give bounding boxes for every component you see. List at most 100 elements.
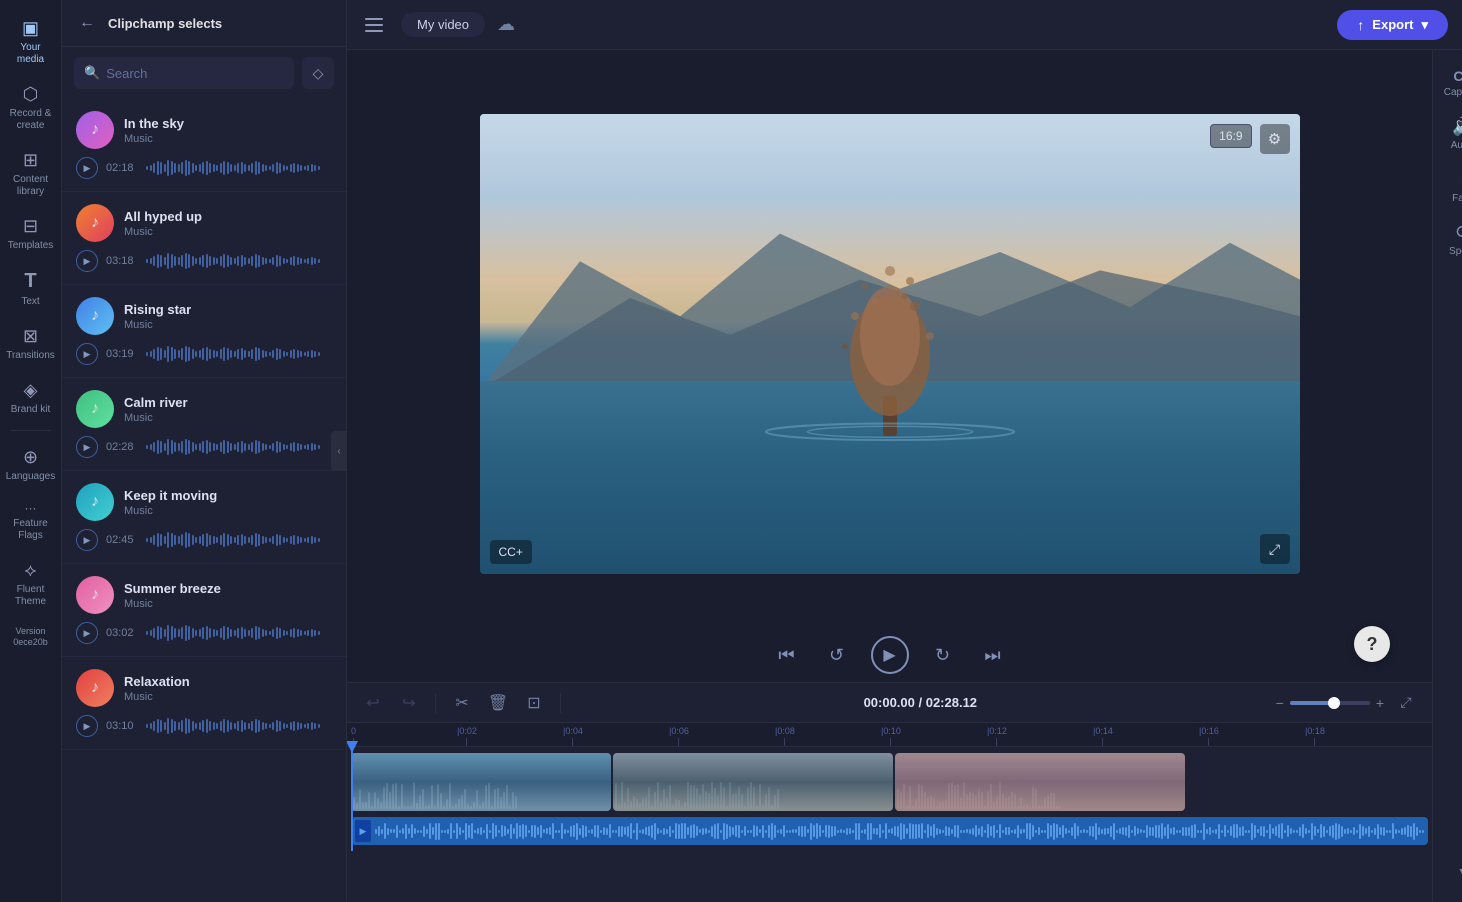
- back-button[interactable]: ←: [74, 10, 100, 36]
- playhead[interactable]: [351, 747, 353, 851]
- play-button-in-the-sky[interactable]: ▶: [76, 157, 98, 179]
- help-button[interactable]: ?: [1354, 626, 1390, 662]
- filter-button[interactable]: ◇: [302, 57, 334, 89]
- fullscreen-button[interactable]: ⤢: [1260, 534, 1290, 564]
- music-type: Music: [124, 505, 332, 517]
- list-item[interactable]: ♪ In the sky Music ▶ 02:18: [62, 99, 346, 192]
- zoom-in-button[interactable]: +: [1376, 695, 1384, 711]
- aspect-ratio-button[interactable]: 16:9: [1210, 124, 1251, 148]
- undo-button[interactable]: ↩: [359, 689, 387, 717]
- project-name-tab[interactable]: My video: [401, 12, 485, 37]
- play-button-all-hyped-up[interactable]: ▶: [76, 250, 98, 272]
- music-type: Music: [124, 412, 332, 424]
- sidebar-item-feature-flags[interactable]: ··· FeatureFlags: [2, 493, 60, 548]
- list-item[interactable]: ♪ Relaxation Music ▶ 03:10: [62, 657, 346, 750]
- captions-panel-icon: CC: [1453, 68, 1462, 84]
- video-area: 16:9 ⚙ ⤢ CC+: [347, 50, 1432, 628]
- music-panel: ← Clipchamp selects 🔍 ◇ ♪ In the sky Mus…: [62, 0, 347, 902]
- waveform-calm-river: [146, 437, 332, 457]
- sidebar-item-your-media[interactable]: ▣ Your media: [2, 10, 60, 72]
- right-panel-captions[interactable]: CC Captions: [1437, 60, 1462, 104]
- clip-waves-2: [615, 793, 891, 809]
- play-button-summer-breeze[interactable]: ▶: [76, 622, 98, 644]
- music-meta: Calm river Music: [124, 395, 332, 424]
- text-icon: T: [24, 270, 36, 293]
- sidebar-item-content-library[interactable]: ⊞ Contentlibrary: [2, 142, 60, 204]
- right-panel-audio[interactable]: 🔊 Audio: [1437, 108, 1462, 157]
- music-type: Music: [124, 598, 332, 610]
- sidebar-item-languages[interactable]: ⊕ Languages: [2, 439, 60, 489]
- audio-track[interactable]: ▶: [351, 817, 1428, 845]
- split-button[interactable]: ⊡: [520, 689, 548, 717]
- music-item-top: ♪ Summer breeze Music: [76, 576, 332, 614]
- cut-button[interactable]: ✂: [448, 689, 476, 717]
- play-button-keep-it-moving[interactable]: ▶: [76, 529, 98, 551]
- music-icon-keep-it-moving: ♪: [76, 483, 114, 521]
- music-icon-all-hyped-up: ♪: [76, 204, 114, 242]
- video-clip-1[interactable]: [351, 753, 611, 811]
- music-name: Calm river: [124, 395, 332, 410]
- right-panel-fade[interactable]: ◑ Fade: [1437, 161, 1462, 210]
- music-item-bottom: ▶ 02:18: [76, 157, 332, 179]
- list-item[interactable]: ♪ Keep it moving Music ▶ 02:45: [62, 471, 346, 564]
- center-column: 16:9 ⚙ ⤢ CC+ ⏮ ↺ ▶ ↻ ⏭ ↩: [347, 50, 1432, 902]
- rewind-5s-button[interactable]: ↺: [821, 639, 853, 671]
- video-settings-button[interactable]: ⚙: [1260, 124, 1290, 154]
- play-button-relaxation[interactable]: ▶: [76, 715, 98, 737]
- sidebar-item-fluent-theme[interactable]: ⟡ FluentTheme: [2, 552, 60, 614]
- speed-panel-label: Speed: [1449, 246, 1462, 257]
- play-pause-button[interactable]: ▶: [871, 636, 909, 674]
- sidebar-item-text[interactable]: T Text: [2, 262, 60, 314]
- your-media-icon: ▣: [22, 18, 39, 39]
- sidebar-item-record-create[interactable]: ⬡ Record &create: [2, 76, 60, 138]
- ruler-mark-0-18: |0:18: [1305, 726, 1325, 746]
- export-button[interactable]: ↑ Export ▾: [1337, 10, 1448, 40]
- music-duration: 03:18: [106, 255, 138, 267]
- play-button-rising-star[interactable]: ▶: [76, 343, 98, 365]
- hamburger-line-1: [365, 18, 383, 20]
- sidebar-item-templates[interactable]: ⊟ Templates: [2, 208, 60, 258]
- feature-flags-icon: ···: [25, 501, 37, 515]
- fit-timeline-button[interactable]: ⤢: [1392, 689, 1420, 717]
- main-content: My video ☁ ↑ Export ▾: [347, 0, 1462, 902]
- ruler-mark-0-02: |0:02: [457, 726, 477, 746]
- sidebar-item-brand-kit[interactable]: ◈ Brand kit: [2, 372, 60, 422]
- search-input-wrap[interactable]: 🔍: [74, 57, 294, 89]
- fade-panel-label: Fade: [1452, 193, 1462, 204]
- skip-to-end-button[interactable]: ⏭: [977, 639, 1009, 671]
- search-input[interactable]: [106, 66, 284, 81]
- captions-add-button[interactable]: CC+: [490, 540, 532, 564]
- sidebar-item-transitions[interactable]: ⊠ Transitions: [2, 318, 60, 368]
- list-item[interactable]: ♪ Calm river Music ▶ 02:28: [62, 378, 346, 471]
- sidebar-separator: [11, 430, 51, 431]
- forward-5s-button[interactable]: ↻: [927, 639, 959, 671]
- play-button-calm-river[interactable]: ▶: [76, 436, 98, 458]
- timeline-toolbar: ↩ ↪ ✂ 🗑 ⊡ 00:00.00 / 02:28.12 − +: [347, 683, 1432, 723]
- splash-tree-svg: [835, 256, 945, 436]
- zoom-out-button[interactable]: −: [1276, 695, 1284, 711]
- export-label: Export: [1372, 17, 1413, 32]
- zoom-slider[interactable]: [1290, 701, 1370, 705]
- delete-button[interactable]: 🗑: [484, 689, 512, 717]
- list-item[interactable]: ♪ Rising star Music ▶ 03:19: [62, 285, 346, 378]
- video-clip-2[interactable]: [613, 753, 893, 811]
- panel-collapse-handle[interactable]: ‹: [331, 431, 347, 471]
- right-panel-speed[interactable]: ⟳ Speed: [1437, 214, 1462, 263]
- cloud-save-icon[interactable]: ☁: [497, 14, 515, 35]
- ruler-mark-0-14: |0:14: [1093, 726, 1113, 746]
- right-panel: CC Captions 🔊 Audio ◑ Fade ⟳ Speed ▼: [1432, 50, 1462, 902]
- video-clip-3[interactable]: [895, 753, 1185, 811]
- hamburger-menu[interactable]: [361, 11, 389, 39]
- timeline-ruler: 0 |0:02 |0:04 |0:06: [347, 723, 1432, 747]
- zoom-slider-thumb[interactable]: [1328, 697, 1340, 709]
- search-row: 🔍 ◇: [62, 47, 346, 99]
- redo-button[interactable]: ↪: [395, 689, 423, 717]
- music-item-bottom: ▶ 03:02: [76, 622, 332, 644]
- list-item[interactable]: ♪ All hyped up Music ▶ 03:18: [62, 192, 346, 285]
- list-item[interactable]: ♪ Summer breeze Music ▶ 03:02: [62, 564, 346, 657]
- music-type: Music: [124, 226, 332, 238]
- skip-to-start-button[interactable]: ⏮: [771, 639, 803, 671]
- top-bar: My video ☁ ↑ Export ▾: [347, 0, 1462, 50]
- clip-thumbnail-1: [351, 753, 611, 811]
- collapse-timeline-button[interactable]: ▼: [1437, 858, 1462, 886]
